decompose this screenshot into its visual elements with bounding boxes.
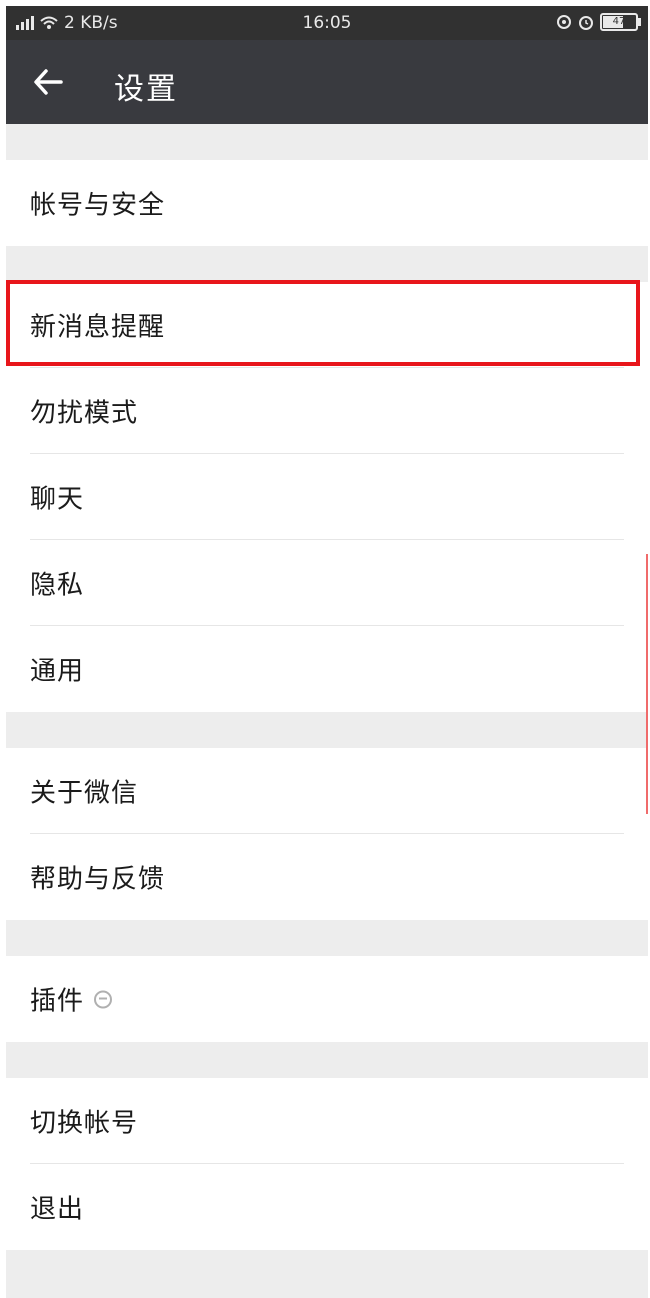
settings-item-general[interactable]: 通用 [6,626,648,712]
section-gap [6,920,648,956]
settings-item-do-not-disturb[interactable]: 勿扰模式 [6,368,648,454]
back-arrow-icon [34,69,63,95]
settings-screen: 2 KB/s 16:05 47 设置 帐号与安全 新消息提醒 勿扰模式 聊天 隐… [6,6,648,1298]
edge-marker [646,554,648,814]
battery-level: 47 [612,16,626,27]
settings-item-label: 插件 [30,981,113,1018]
alarm-icon [579,16,593,30]
settings-item-label: 关于微信 [30,778,139,809]
settings-item-label: 勿扰模式 [30,398,139,429]
plugins-label: 插件 [30,986,85,1017]
section-gap [6,1250,648,1298]
battery-icon: 47 [600,13,641,31]
back-button[interactable] [28,62,68,102]
settings-item-label: 隐私 [30,570,85,601]
settings-item-plugins[interactable]: 插件 [6,956,648,1042]
settings-item-chat[interactable]: 聊天 [6,454,648,540]
title-bar: 设置 [6,40,648,124]
settings-item-label: 切换帐号 [30,1108,139,1139]
settings-item-help-feedback[interactable]: 帮助与反馈 [6,834,648,920]
highlight-box [6,280,640,366]
settings-item-label: 帐号与安全 [30,190,166,221]
settings-item-label: 帮助与反馈 [30,864,166,895]
section-gap [6,1042,648,1078]
settings-item-label: 聊天 [30,484,85,515]
section-gap [6,712,648,748]
settings-item-account-security[interactable]: 帐号与安全 [6,160,648,246]
settings-item-about-wechat[interactable]: 关于微信 [6,748,648,834]
section-gap [6,246,648,282]
status-bar: 2 KB/s 16:05 47 [6,6,648,40]
clock: 16:05 [302,13,352,33]
settings-item-label: 退出 [30,1194,85,1225]
settings-item-switch-account[interactable]: 切换帐号 [6,1078,648,1164]
plugin-badge-icon [94,990,113,1008]
settings-item-privacy[interactable]: 隐私 [6,540,648,626]
section-gap [6,124,648,160]
settings-item-label: 通用 [30,656,85,687]
sync-icon [557,15,571,29]
page-title: 设置 [114,72,178,107]
settings-item-logout[interactable]: 退出 [6,1164,648,1250]
